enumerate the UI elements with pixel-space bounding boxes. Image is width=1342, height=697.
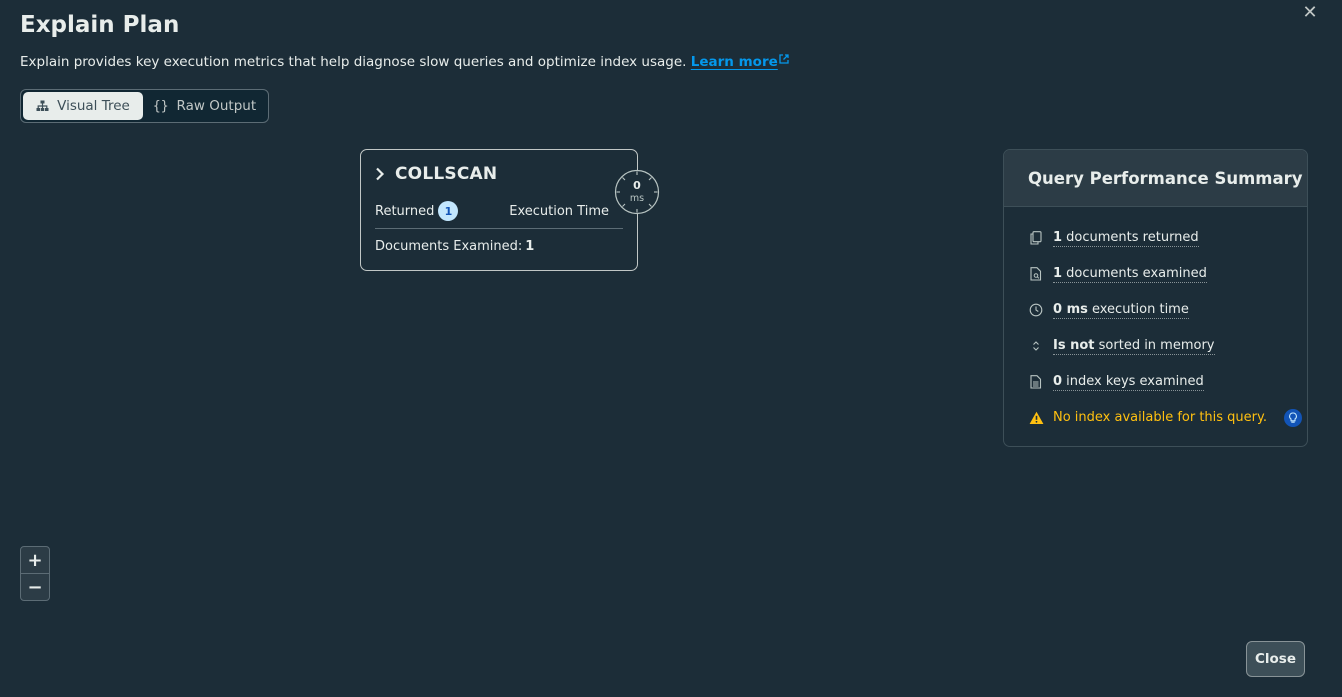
chevron-right-icon	[376, 167, 385, 181]
stage-expand-toggle[interactable]: COLLSCAN	[375, 164, 497, 184]
sort-icon	[1028, 338, 1044, 354]
close-icon[interactable]: ✕	[1300, 2, 1320, 23]
learn-more-label: Learn more	[690, 54, 778, 70]
close-button[interactable]: Close	[1246, 641, 1305, 677]
zoom-out-button[interactable]: −	[21, 573, 49, 600]
tab-raw-output-label: Raw Output	[176, 98, 257, 114]
returned-label: Returned	[375, 203, 435, 219]
summary-item-rest: sorted in memory	[1094, 337, 1215, 353]
documents-examined: Documents Examined: 1	[375, 239, 534, 254]
documents-examined-icon	[1028, 266, 1044, 282]
tab-visual-tree-label: Visual Tree	[57, 98, 130, 114]
documents-returned-icon	[1028, 230, 1044, 246]
zoom-controls: + −	[20, 546, 50, 601]
execution-time-value: 0	[633, 179, 641, 192]
query-performance-summary: Query Performance Summary 1 documents re…	[1003, 149, 1308, 447]
summary-item-rest: execution time	[1087, 301, 1189, 317]
stage-metrics-row: Returned 1 Execution Time	[375, 201, 609, 221]
curly-braces-icon: {}	[152, 98, 169, 114]
summary-item-index-keys-examined: 0 index keys examined	[1028, 364, 1302, 400]
summary-item-text[interactable]: 1 documents returned	[1053, 230, 1199, 247]
execution-time-clock-icon	[614, 169, 660, 215]
lightbulb-icon[interactable]	[1284, 409, 1302, 427]
summary-item-bold: 0	[1053, 373, 1063, 389]
modal-description: Explain provides key execution metrics t…	[20, 54, 789, 70]
clock-icon	[1028, 302, 1044, 318]
summary-item-execution-time: 0 ms execution time	[1028, 292, 1302, 328]
summary-item-rest: documents examined	[1062, 265, 1207, 281]
tab-raw-output[interactable]: {} Raw Output	[143, 92, 266, 120]
warning-icon	[1028, 410, 1044, 426]
summary-item-bold: 1	[1053, 265, 1063, 281]
summary-title: Query Performance Summary	[1004, 150, 1307, 207]
summary-item-documents-returned: 1 documents returned	[1028, 220, 1302, 256]
external-link-icon	[779, 54, 789, 64]
summary-item-sorted-in-memory: Is not sorted in memory	[1028, 328, 1302, 364]
modal-title: Explain Plan	[20, 12, 180, 38]
summary-list: 1 documents returned 1 documents examine…	[1028, 220, 1302, 436]
returned-count-badge: 1	[438, 201, 459, 221]
summary-item-rest: index keys examined	[1062, 373, 1204, 389]
stage-name: COLLSCAN	[395, 164, 498, 184]
summary-item-text[interactable]: 0 index keys examined	[1053, 374, 1204, 391]
description-text: Explain provides key execution metrics t…	[20, 54, 687, 70]
summary-item-bold: Is not	[1053, 337, 1095, 353]
warning-text: No index available for this query.	[1053, 410, 1267, 425]
index-keys-icon	[1028, 374, 1044, 390]
tab-visual-tree[interactable]: Visual Tree	[23, 92, 143, 120]
tree-icon	[36, 100, 49, 111]
summary-item-documents-examined: 1 documents examined	[1028, 256, 1302, 292]
summary-item-bold: 0 ms	[1053, 301, 1088, 317]
summary-item-rest: documents returned	[1062, 229, 1199, 245]
execution-time-unit: ms	[629, 193, 645, 204]
returned-metric: Returned 1	[375, 201, 459, 221]
explain-plan-modal: Explain Plan ✕ Explain provides key exec…	[0, 0, 1342, 697]
documents-examined-label: Documents Examined:	[375, 239, 523, 254]
documents-examined-value: 1	[525, 239, 535, 254]
execution-time-label: Execution Time	[509, 203, 609, 219]
view-toggle: Visual Tree {} Raw Output	[20, 89, 269, 123]
summary-item-bold: 1	[1053, 229, 1063, 245]
summary-item-text[interactable]: 1 documents examined	[1053, 266, 1207, 283]
stage-divider	[375, 228, 623, 229]
summary-item-no-index-warning: No index available for this query.	[1028, 400, 1302, 436]
zoom-in-button[interactable]: +	[21, 547, 49, 573]
summary-item-text[interactable]: 0 ms execution time	[1053, 302, 1189, 319]
summary-item-text[interactable]: Is not sorted in memory	[1053, 338, 1215, 355]
learn-more-link[interactable]: Learn more	[691, 54, 778, 70]
stage-node: COLLSCAN Returned 1 Execution Time Docum…	[360, 149, 638, 271]
